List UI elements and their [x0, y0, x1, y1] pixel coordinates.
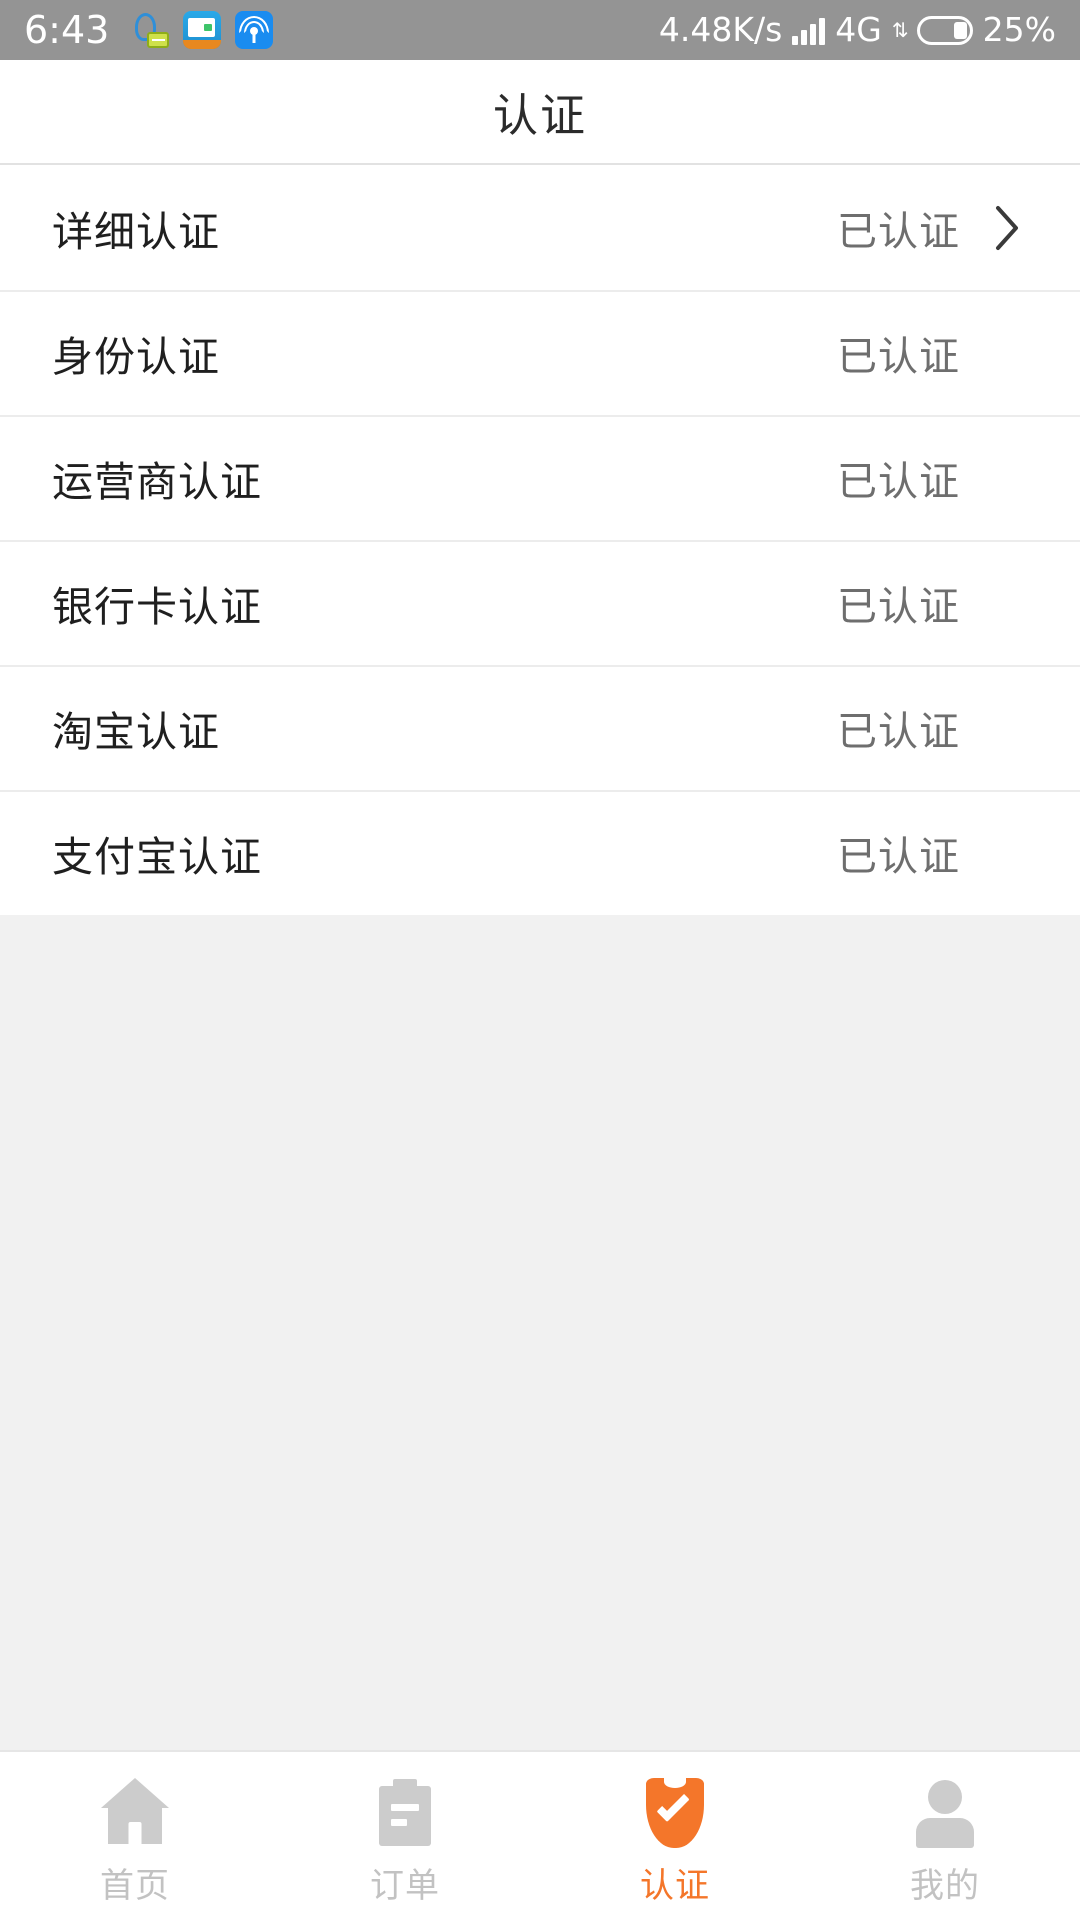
cert-label: 运营商认证: [52, 457, 262, 506]
status-clock: 6:43: [24, 8, 110, 52]
home-icon: [97, 1772, 173, 1852]
network-speed: 4.48K/s: [658, 10, 783, 49]
cert-row-right: 已认证: [837, 824, 1038, 882]
nav-item-certification[interactable]: 认证: [540, 1752, 810, 1920]
data-transfer-icon: ⇅: [891, 18, 909, 42]
status-bar: 6:43 4.48K/s 4G ⇅ 25%: [0, 0, 1080, 60]
cert-row-carrier[interactable]: 运营商认证 已认证: [0, 415, 1080, 540]
clipboard-icon: [367, 1772, 443, 1852]
signal-icon: [792, 15, 826, 45]
battery-icon: [916, 15, 973, 45]
nav-item-orders[interactable]: 订单: [270, 1752, 540, 1920]
wallet-app-icon: [183, 11, 222, 49]
cert-row-right: 已认证: [837, 324, 1038, 382]
status-badge: 已认证: [837, 833, 960, 880]
battery-percent: 25%: [982, 10, 1056, 49]
nav-label: 我的: [910, 1865, 980, 1906]
bottom-navigation-bar: 首页 订单 认证 我的: [0, 1750, 1080, 1920]
status-badge: 已认证: [837, 583, 960, 630]
certification-list: 详细认证 已认证 身份认证 已认证 运营商认证 已认证 银行卡认证 已认证 淘宝…: [0, 165, 1080, 915]
status-right-group: 4.48K/s 4G ⇅ 25%: [659, 0, 1056, 60]
title-bar: 认证: [0, 60, 1080, 165]
cert-row-bankcard[interactable]: 银行卡认证 已认证: [0, 540, 1080, 665]
cert-label: 支付宝认证: [52, 832, 262, 881]
cert-row-right: 已认证: [837, 574, 1038, 632]
page-title: 认证: [492, 89, 587, 142]
cert-row-taobao[interactable]: 淘宝认证 已认证: [0, 665, 1080, 790]
person-icon: [907, 1772, 983, 1852]
cert-label: 详细认证: [52, 207, 220, 256]
status-badge: 已认证: [837, 458, 960, 505]
qq-icon: [131, 11, 170, 49]
cert-label: 淘宝认证: [52, 707, 220, 756]
nav-label: 订单: [370, 1865, 440, 1906]
cert-row-right: 已认证: [837, 699, 1038, 757]
cert-row-right: 已认证: [837, 449, 1038, 507]
cert-row-identity[interactable]: 身份认证 已认证: [0, 290, 1080, 415]
hotspot-icon: [235, 11, 274, 49]
nav-label: 认证: [640, 1865, 710, 1906]
status-badge: 已认证: [837, 708, 960, 755]
page-content: 认证 详细认证 已认证 身份认证 已认证 运营商认证 已认证 银行卡认证 已认证…: [0, 60, 1080, 1750]
cert-row-right: 已认证: [837, 199, 1038, 257]
empty-area: [0, 915, 1080, 1750]
shield-check-icon: [637, 1772, 713, 1852]
cert-label: 身份认证: [52, 332, 220, 381]
cert-label: 银行卡认证: [52, 582, 262, 631]
cert-row-alipay[interactable]: 支付宝认证 已认证: [0, 790, 1080, 915]
status-notification-icons: [131, 11, 274, 49]
cert-row-detailed[interactable]: 详细认证 已认证: [0, 165, 1080, 290]
nav-item-home[interactable]: 首页: [0, 1752, 270, 1920]
nav-item-profile[interactable]: 我的: [810, 1752, 1080, 1920]
network-type: 4G: [835, 10, 882, 49]
nav-label: 首页: [100, 1865, 170, 1906]
status-badge: 已认证: [837, 208, 960, 255]
chevron-right-icon[interactable]: [978, 205, 1038, 251]
status-badge: 已认证: [837, 333, 960, 380]
